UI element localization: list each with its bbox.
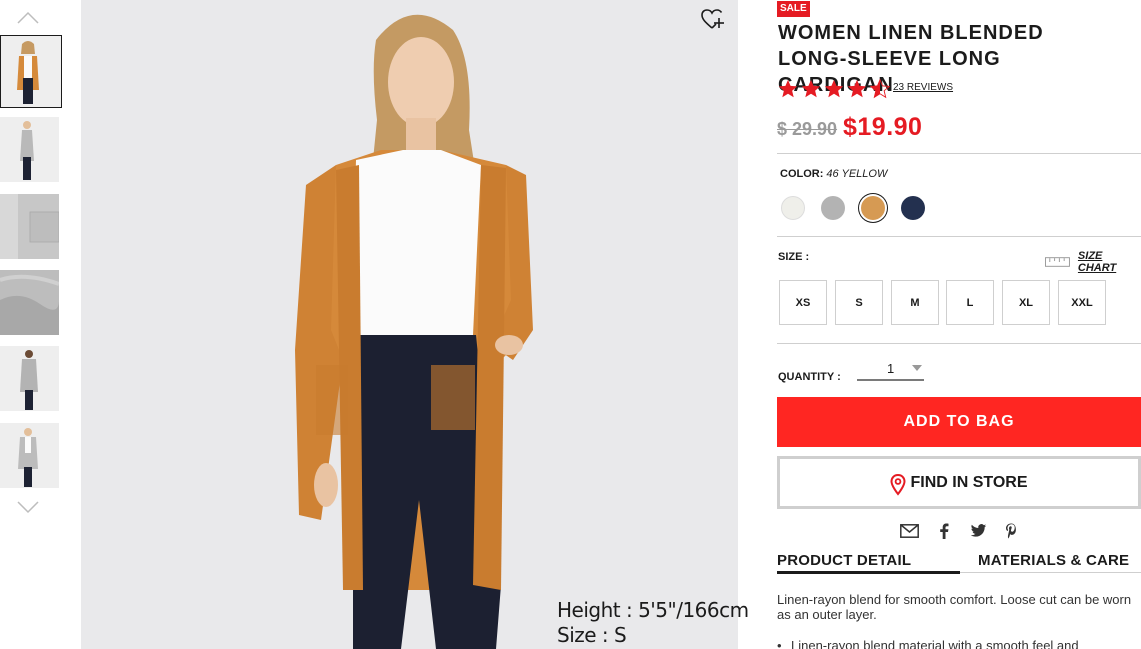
rating-stars	[777, 78, 892, 100]
pinterest-icon[interactable]	[1001, 521, 1021, 541]
find-in-store-button[interactable]: FIND IN STORE	[777, 456, 1141, 509]
quantity-select[interactable]: 1	[857, 357, 924, 381]
twitter-icon[interactable]	[968, 521, 988, 541]
email-icon[interactable]	[899, 521, 919, 541]
thumbnail-4[interactable]	[0, 270, 59, 335]
product-description: Linen-rayon blend for smooth comfort. Lo…	[777, 592, 1132, 622]
color-label: COLOR: 46 YELLOW	[780, 168, 887, 180]
color-swatch-yellow[interactable]	[861, 196, 885, 220]
color-label-text: COLOR:	[780, 168, 824, 180]
size-button-xl[interactable]: XL	[1002, 280, 1050, 325]
sale-badge: SALE	[777, 1, 810, 17]
thumbnail-3[interactable]	[0, 194, 59, 259]
feature-bullet: Linen-rayon blend material with a smooth…	[777, 638, 1137, 649]
size-button-m[interactable]: M	[891, 280, 939, 325]
size-button-xxl[interactable]: XXL	[1058, 280, 1106, 325]
color-value: 46 YELLOW	[826, 168, 888, 180]
thumbnail-rail	[0, 0, 66, 649]
tab-product-detail[interactable]: PRODUCT DETAIL	[777, 552, 911, 573]
color-swatch-gray[interactable]	[821, 196, 845, 220]
thumbnail-2[interactable]	[0, 117, 59, 182]
add-to-bag-button[interactable]: ADD TO BAG	[777, 397, 1141, 447]
model-size-text: Size : S	[557, 623, 627, 647]
find-in-store-label: FIND IN STORE	[910, 473, 1028, 491]
color-swatch-navy[interactable]	[901, 196, 925, 220]
sale-price: $19.90	[843, 113, 923, 141]
size-label: SIZE :	[778, 251, 810, 263]
size-chart-text: SIZE CHART	[1077, 250, 1117, 274]
half-star-icon	[869, 78, 891, 99]
reviews-link[interactable]: 23 REVIEWS	[893, 82, 953, 93]
quantity-label: QUANTITY :	[778, 371, 841, 383]
divider	[777, 236, 1141, 237]
model-height-text: Height : 5'5"/166cm	[557, 598, 749, 622]
thumbnail-6[interactable]	[0, 423, 59, 488]
ruler-icon	[1045, 257, 1070, 267]
main-product-image	[81, 0, 738, 649]
chevron-down-icon[interactable]	[17, 500, 39, 514]
star-icon	[801, 79, 821, 98]
location-pin-icon	[890, 473, 906, 496]
size-chart-link[interactable]: SIZE CHART	[1045, 250, 1141, 274]
color-swatch-off-white[interactable]	[781, 196, 805, 220]
tab-underline	[960, 572, 1141, 573]
tab-active-indicator	[777, 571, 960, 574]
thumbnail-5[interactable]	[0, 346, 59, 411]
tab-materials-care[interactable]: MATERIALS & CARE	[978, 552, 1129, 573]
product-info-panel: SALE WOMEN LINEN BLENDED LONG-SLEEVE LON…	[777, 0, 1141, 649]
divider	[777, 153, 1141, 154]
model-size-caption: Height : 5'5"/166cm Size : S	[557, 598, 749, 648]
heart-plus-icon[interactable]	[701, 9, 725, 31]
size-button-xs[interactable]: XS	[779, 280, 827, 325]
star-icon	[778, 79, 798, 98]
divider	[777, 343, 1141, 344]
original-price: $ 29.90	[777, 119, 838, 139]
chevron-up-icon[interactable]	[17, 11, 39, 25]
caret-down-icon	[912, 365, 922, 371]
thumbnail-1[interactable]	[0, 35, 62, 108]
quantity-value: 1	[887, 361, 895, 376]
star-icon	[824, 79, 844, 98]
facebook-icon[interactable]	[934, 521, 954, 541]
size-button-s[interactable]: S	[835, 280, 883, 325]
size-button-l[interactable]: L	[946, 280, 994, 325]
star-icon	[847, 79, 867, 98]
